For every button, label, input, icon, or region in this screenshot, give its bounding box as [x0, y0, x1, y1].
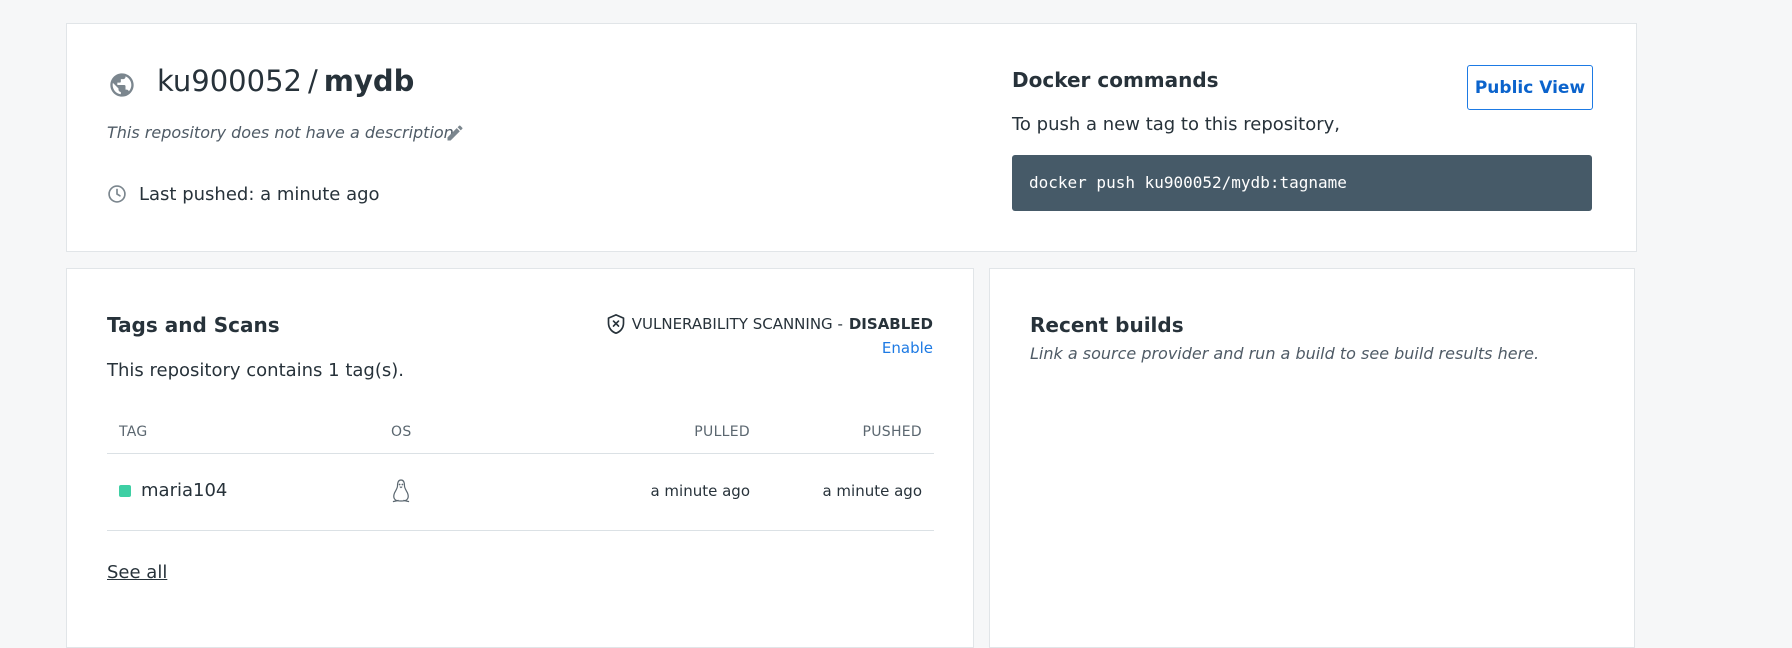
table-header-row: TAG OS PULLED PUSHED: [107, 406, 934, 454]
vulnerability-label: VULNERABILITY SCANNING -: [631, 315, 843, 333]
repo-namespace: ku900052: [157, 64, 302, 98]
column-header-pushed[interactable]: PUSHED: [862, 424, 922, 440]
globe-icon: [110, 73, 134, 97]
tag-cell[interactable]: maria104: [119, 480, 227, 501]
docker-push-command[interactable]: docker push ku900052/mydb:tagname: [1012, 155, 1592, 211]
column-header-tag[interactable]: TAG: [119, 424, 148, 440]
linux-icon: [392, 479, 410, 503]
page-title: ku900052/mydb: [157, 64, 414, 99]
repo-name: mydb: [323, 64, 415, 98]
pulled-cell: a minute ago: [650, 482, 750, 500]
pushed-cell: a minute ago: [822, 482, 922, 500]
table-row[interactable]: maria104 a minute ago a minute ago: [107, 454, 934, 531]
enable-scanning-link[interactable]: Enable: [606, 339, 933, 357]
recent-builds-card: Recent builds Link a source provider and…: [989, 268, 1635, 648]
repo-separator: /: [308, 64, 318, 98]
repository-header-card: ku900052/mydb This repository does not h…: [66, 23, 1637, 252]
tags-count-text: This repository contains 1 tag(s).: [107, 360, 404, 381]
last-pushed-text: Last pushed: a minute ago: [139, 184, 380, 205]
tag-name[interactable]: maria104: [141, 480, 227, 501]
pencil-icon[interactable]: [445, 123, 465, 143]
tag-status-indicator: [119, 484, 131, 497]
tags-title: Tags and Scans: [107, 313, 280, 337]
see-all-link[interactable]: See all: [107, 562, 167, 583]
repo-description: This repository does not have a descript…: [107, 123, 454, 142]
tags-table: TAG OS PULLED PUSHED maria104 a minute a…: [107, 406, 934, 531]
column-header-pulled[interactable]: PULLED: [694, 424, 750, 440]
clock-icon: [108, 185, 126, 203]
column-header-os[interactable]: OS: [391, 424, 412, 440]
recent-builds-subtitle: Link a source provider and run a build t…: [1030, 344, 1540, 363]
recent-builds-title: Recent builds: [1030, 313, 1184, 337]
docker-commands-title: Docker commands: [1012, 68, 1219, 92]
docker-commands-subtitle: To push a new tag to this repository,: [1012, 114, 1341, 135]
tags-and-scans-card: Tags and Scans This repository contains …: [66, 268, 974, 648]
vulnerability-scanning-status: VULNERABILITY SCANNING - DISABLED Enable: [606, 313, 933, 357]
vulnerability-status: DISABLED: [848, 315, 933, 333]
shield-x-icon: [607, 314, 625, 334]
public-view-button[interactable]: Public View: [1467, 65, 1593, 110]
